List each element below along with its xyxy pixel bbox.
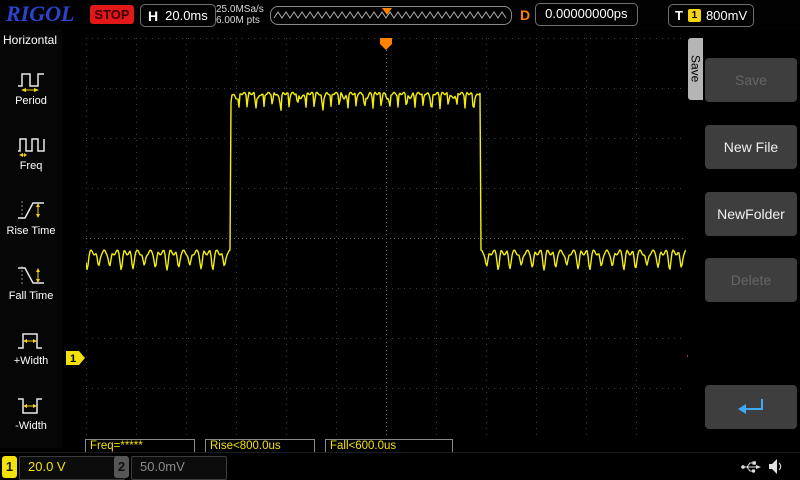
return-arrow-icon (738, 399, 763, 414)
waveform-plot (86, 38, 686, 438)
menu-item-label: Period (15, 94, 47, 107)
channel2-badge[interactable]: 2 (114, 456, 129, 478)
memory-depth: 6.00M pts (216, 15, 260, 26)
channel2-scale[interactable]: 50.0mV (131, 456, 227, 480)
menu-item-label: Rise Time (6, 224, 56, 237)
brand-logo: RIGOL (6, 1, 75, 26)
hpos-waveform-overview (273, 8, 507, 19)
waveform-display-area: Freq=***** Rise<800.0us Fall<600.0us (62, 30, 688, 456)
delay-value: 0.00000000ps (535, 3, 638, 26)
menu-item-period[interactable]: Period (0, 55, 62, 120)
left-menu-title: Horizontal (3, 33, 58, 47)
trigger-status-group[interactable]: T 1 800mV (668, 4, 755, 27)
menu-item-rise-time[interactable]: Rise Time (0, 185, 62, 250)
horizontal-timebase-group[interactable]: H 20.0ms (140, 4, 216, 27)
minus-width-icon (18, 397, 42, 414)
save-button[interactable]: Save (705, 58, 797, 102)
acquisition-info: 25.0MSa/s 6.00M pts (216, 4, 264, 26)
menu-item-label: Freq (19, 159, 43, 172)
oscilloscope-screen: RIGOL STOP H 20.0ms 25.0MSa/s 6.00M pts … (0, 0, 800, 480)
right-soft-menu: Save Save New File NewFolder Delete (688, 30, 800, 452)
left-measure-menu: Horizontal Period Freq Rise Time Fall Ti… (0, 30, 62, 448)
delete-button[interactable]: Delete (705, 258, 797, 302)
menu-item-label: -Width (15, 419, 47, 432)
fall-time-icon (18, 265, 44, 286)
trigger-source-badge: 1 (687, 9, 701, 22)
channel-status-bar: 1 20.0 V 2 50.0mV (0, 452, 800, 480)
plus-width-icon (18, 332, 42, 349)
channel1-badge[interactable]: 1 (2, 456, 17, 478)
horizontal-position-bar[interactable] (270, 6, 512, 25)
horizontal-label: H (148, 7, 159, 24)
menu-item-label: +Width (13, 354, 49, 367)
sample-rate: 25.0MSa/s (216, 4, 264, 15)
speaker-icon[interactable] (767, 457, 785, 477)
new-file-button[interactable]: New File (705, 125, 797, 169)
freq-icon (18, 137, 45, 157)
left-menu-items: Period Freq Rise Time Fall Time +Width -… (0, 55, 62, 445)
top-status-bar: RIGOL STOP H 20.0ms 25.0MSa/s 6.00M pts … (0, 0, 800, 30)
trigger-position-marker[interactable] (379, 38, 393, 51)
menu-item-label: Fall Time (8, 289, 54, 302)
menu-item-fall-time[interactable]: Fall Time (0, 250, 62, 315)
confirm-button[interactable] (705, 385, 797, 429)
channel1-marker-label: 1 (70, 353, 76, 365)
delay-label: D (520, 6, 531, 23)
run-state-badge: STOP (90, 5, 134, 24)
channel1-level-marker[interactable]: 1 (66, 351, 86, 365)
menu-item-freq[interactable]: Freq (0, 120, 62, 185)
menu-tab-save[interactable]: Save (688, 38, 703, 100)
menu-item-minus-width[interactable]: -Width (0, 380, 62, 445)
usb-icon (741, 461, 761, 473)
trigger-level-value: 800mV (705, 8, 748, 23)
period-icon (18, 72, 44, 92)
rise-time-icon (18, 200, 44, 221)
trigger-label: T (675, 8, 683, 23)
timebase-value: 20.0ms (165, 8, 208, 23)
new-folder-button[interactable]: NewFolder (705, 192, 797, 236)
channel1-scale[interactable]: 20.0 V (19, 456, 125, 480)
delay-group[interactable]: D 0.00000000ps (520, 3, 638, 26)
menu-item-plus-width[interactable]: +Width (0, 315, 62, 380)
